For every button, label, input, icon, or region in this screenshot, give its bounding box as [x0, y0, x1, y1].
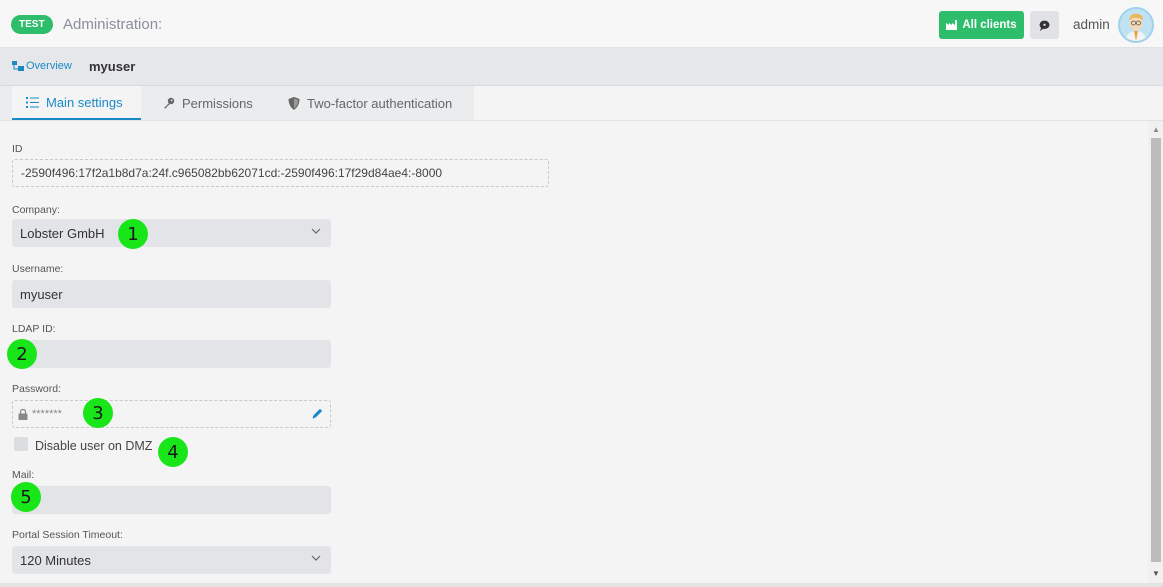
key-icon — [164, 97, 175, 109]
annotation-marker-2: 2 — [7, 339, 37, 369]
tab-label: Two-factor authentication — [307, 95, 453, 111]
scroll-down-arrow-icon[interactable]: ▼ — [1152, 569, 1160, 578]
id-label: ID — [12, 143, 23, 155]
breadcrumb: Overview myuser — [0, 48, 1163, 86]
lock-icon — [18, 408, 28, 420]
factory-icon — [946, 20, 958, 30]
environment-badge: TEST — [11, 15, 53, 34]
app-title: Administration: — [63, 16, 163, 33]
company-select[interactable]: Lobster GmbH — [12, 219, 331, 247]
main-settings-form: ID -2590f496:17f2a1b8d7a:24f.c965082bb62… — [0, 121, 1148, 583]
password-label: Password: — [12, 383, 62, 395]
portal-timeout-value: 120 Minutes — [20, 552, 91, 568]
company-value: Lobster GmbH — [20, 225, 105, 241]
username-value: myuser — [20, 286, 63, 302]
top-bar: TEST Administration: All clients admin — [0, 0, 1163, 48]
disable-dmz-label[interactable]: Disable user on DMZ — [35, 439, 152, 453]
username-field[interactable]: myuser — [12, 280, 331, 308]
username-label: Username: — [12, 263, 64, 275]
ldap-id-label: LDAP ID: — [12, 323, 56, 335]
annotation-marker-3: 3 — [83, 398, 113, 428]
company-label: Company: — [12, 204, 60, 216]
chevron-down-icon — [311, 555, 321, 561]
password-value: ******* — [32, 408, 62, 420]
annotation-marker-1: 1 — [118, 219, 148, 249]
all-clients-button[interactable]: All clients — [939, 11, 1024, 39]
annotation-marker-5: 5 — [11, 482, 41, 512]
chat-button[interactable] — [1030, 11, 1059, 39]
tab-permissions[interactable]: Permissions — [163, 86, 253, 120]
all-clients-label: All clients — [962, 19, 1017, 31]
tab-main-settings[interactable]: Main settings — [12, 86, 141, 120]
id-field: -2590f496:17f2a1b8d7a:24f.c965082bb62071… — [12, 159, 549, 187]
vertical-scrollbar[interactable]: ▲ ▼ — [1148, 121, 1163, 583]
chat-icon — [1039, 20, 1050, 31]
scroll-up-arrow-icon[interactable]: ▲ — [1152, 125, 1160, 134]
list-icon — [26, 96, 39, 108]
mail-field[interactable] — [12, 486, 331, 514]
breadcrumb-overview-link[interactable]: Overview — [12, 60, 72, 72]
tab-label: Main settings — [46, 94, 123, 110]
breadcrumb-current: myuser — [89, 59, 136, 74]
mail-label: Mail: — [12, 469, 35, 481]
hierarchy-icon — [12, 61, 24, 71]
user-avatar[interactable] — [1118, 7, 1154, 43]
breadcrumb-overview-label: Overview — [26, 60, 72, 72]
ldap-id-field[interactable] — [12, 340, 331, 368]
tabs-panel: Main settings Permissions Two-factor aut… — [0, 86, 474, 120]
shield-icon — [288, 96, 300, 110]
tab-bar: Main settings Permissions Two-factor aut… — [0, 86, 1163, 121]
portal-timeout-select[interactable]: 120 Minutes — [12, 546, 331, 574]
tab-two-factor[interactable]: Two-factor authentication — [288, 86, 452, 120]
portal-timeout-label: Portal Session Timeout: — [12, 529, 123, 541]
pencil-icon[interactable] — [311, 407, 324, 420]
avatar-icon — [1120, 9, 1152, 41]
password-field[interactable]: ******* — [12, 400, 331, 428]
user-name[interactable]: admin — [1073, 17, 1110, 32]
bottom-divider — [0, 583, 1163, 587]
tab-label: Permissions — [182, 95, 253, 111]
scrollbar-thumb[interactable] — [1151, 138, 1161, 562]
chevron-down-icon — [311, 228, 321, 234]
annotation-marker-4: 4 — [158, 437, 188, 467]
disable-dmz-checkbox[interactable] — [14, 437, 28, 451]
